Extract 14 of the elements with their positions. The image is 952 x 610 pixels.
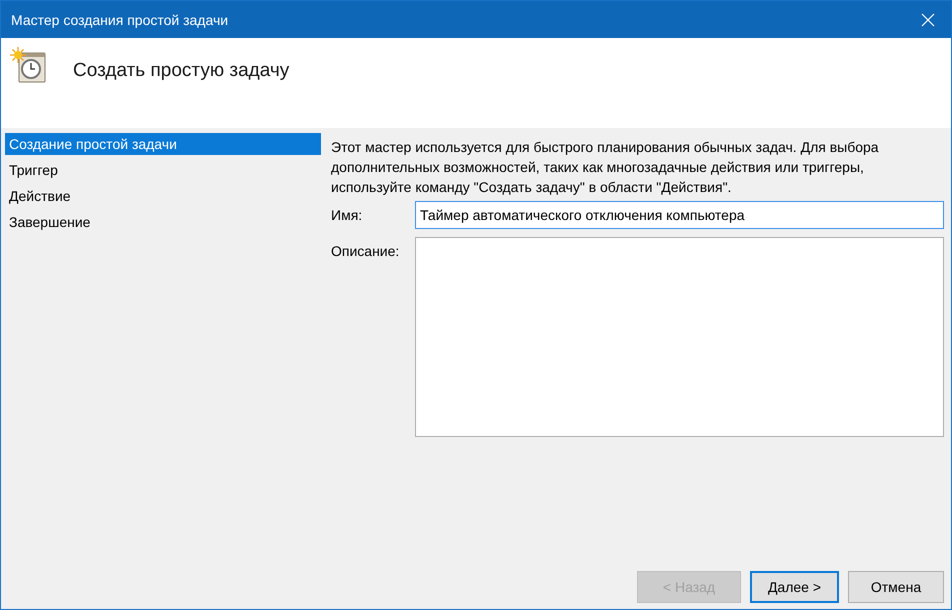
page-heading: Создать простую задачу (73, 60, 290, 82)
wizard-step[interactable]: Завершение (5, 211, 321, 233)
name-label: Имя: (331, 206, 364, 223)
window-title: Мастер создания простой задачи (11, 12, 228, 28)
wizard-button[interactable]: Отмена (848, 571, 944, 603)
close-icon (921, 12, 935, 26)
wizard-step[interactable]: Триггер (5, 159, 321, 181)
description-label: Описание: (331, 242, 400, 259)
description-field[interactable] (415, 237, 944, 437)
intro-text: Этот мастер используется для быстрого планирования обычных задач. Для выбора дополнительных возможностей, таких как многозадачные действия или триггеры, используйте команду "Создать задачу" в области "Действия". (331, 138, 880, 197)
name-field[interactable]: Таймер автоматического отключения компьютера (415, 201, 944, 229)
wizard-button[interactable]: Далее > (750, 571, 839, 603)
wizard-step[interactable]: Создание простой задачи (5, 133, 321, 155)
wizard-step[interactable]: Действие (5, 185, 321, 207)
